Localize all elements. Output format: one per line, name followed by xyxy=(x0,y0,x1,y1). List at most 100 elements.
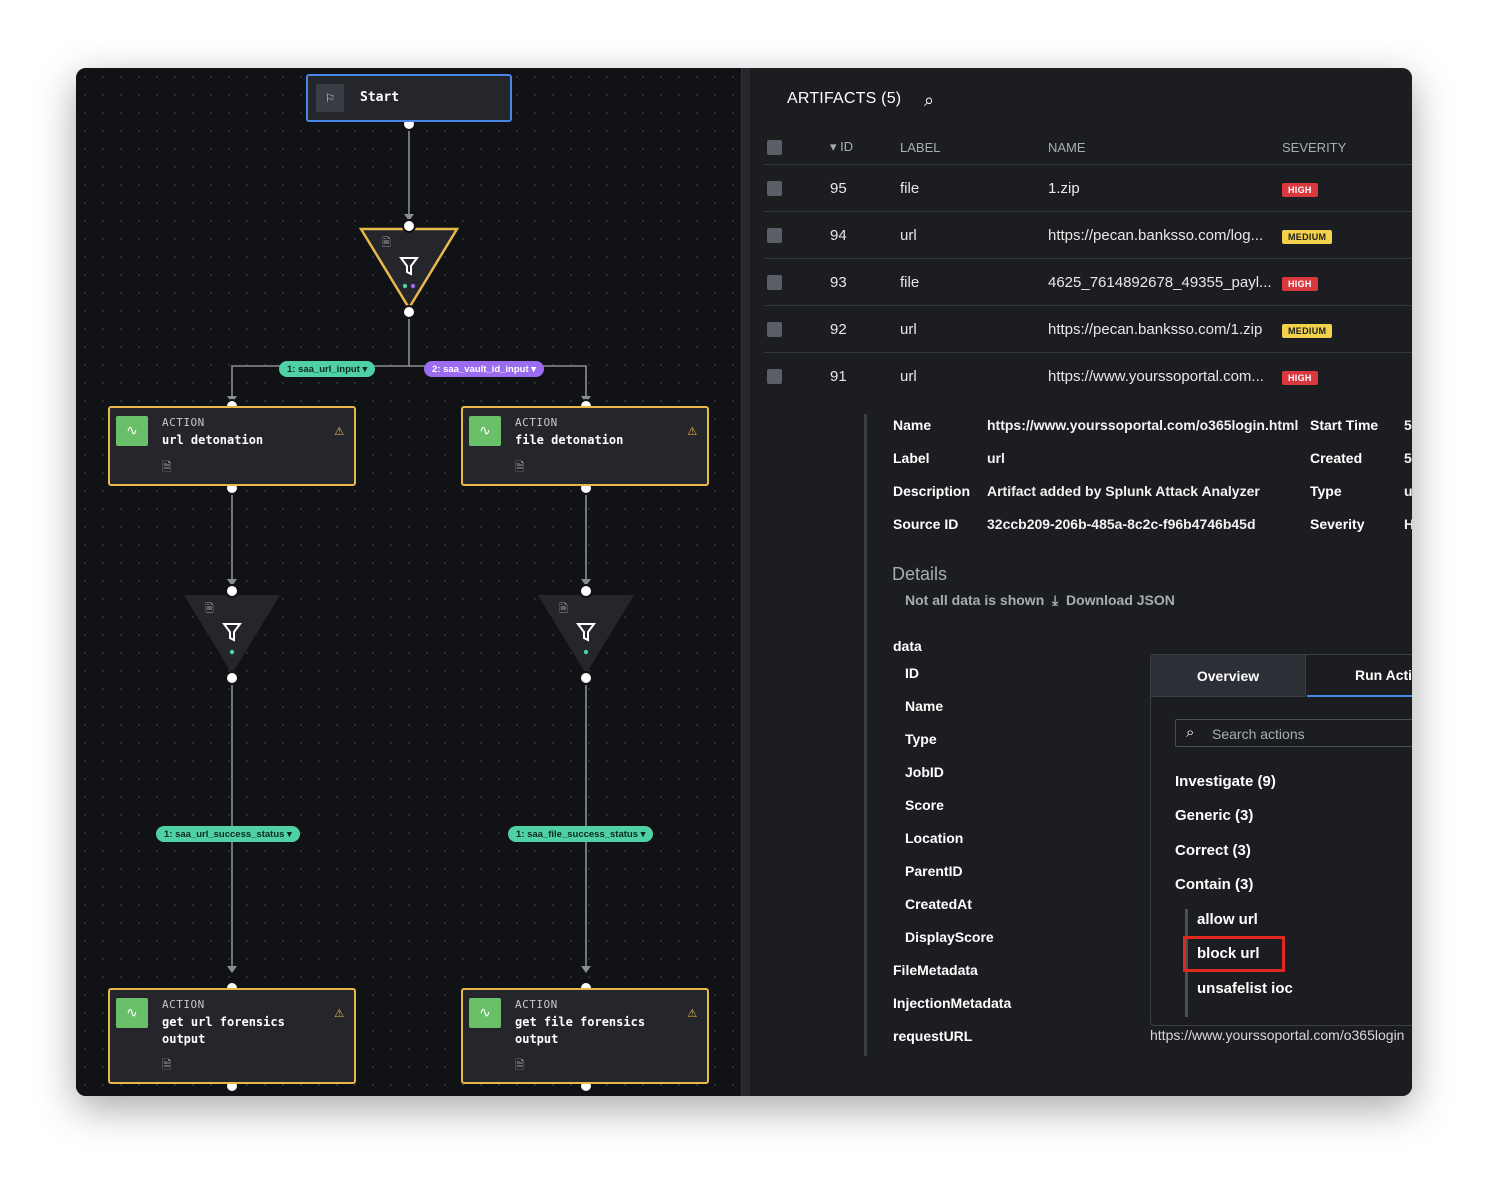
search-icon[interactable]: ⌕ xyxy=(924,90,934,111)
field-data[interactable]: data xyxy=(893,638,922,654)
action-node-url-detonation[interactable]: ∿ ACTION url detonation ⚠ 🗎 xyxy=(108,406,356,486)
pill-url-input[interactable]: 1: saa_url_input ▾ xyxy=(279,361,376,377)
severity-badge: MEDIUM xyxy=(1282,229,1333,244)
popup-tabs: Overview Run Acti xyxy=(1151,655,1412,697)
action-kind: ACTION xyxy=(515,998,558,1011)
col-name[interactable]: NAME xyxy=(1048,130,1282,165)
detail-label-value: url xyxy=(987,450,1005,466)
table-row[interactable]: 92 url https://pecan.banksso.com/1.zip M… xyxy=(764,305,1412,353)
action-node-get-url-forensics[interactable]: ∿ ACTION get url forensics output ⚠ 🗎 xyxy=(108,988,356,1084)
field-createdat[interactable]: CreatedAt xyxy=(905,896,972,912)
tab-run-action[interactable]: Run Acti xyxy=(1307,655,1412,697)
row-id: 94 xyxy=(830,211,900,259)
warning-icon[interactable]: ⚠ xyxy=(334,1002,344,1021)
action-title: get file forensics output xyxy=(515,1015,646,1046)
field-name[interactable]: Name xyxy=(905,698,943,714)
col-severity[interactable]: SEVERITY xyxy=(1282,130,1412,165)
doc-icon: 🗎 xyxy=(162,460,172,474)
severity-badge: HIGH xyxy=(1282,182,1318,197)
start-node[interactable]: ⚐ Start xyxy=(306,74,512,122)
pill-url-input-label: 1: saa_url_input xyxy=(287,363,360,375)
field-id[interactable]: ID xyxy=(905,665,919,681)
detail-name-key: Name xyxy=(893,417,932,433)
row-id: 93 xyxy=(830,258,900,306)
tab-overview[interactable]: Overview xyxy=(1151,655,1306,697)
category-contain[interactable]: Contain (3) xyxy=(1175,876,1253,893)
doc-icon: 🗎 xyxy=(162,1058,172,1072)
category-correct[interactable]: Correct (3) xyxy=(1175,842,1251,859)
field-jobid[interactable]: JobID xyxy=(905,764,944,780)
row-label: url xyxy=(900,367,917,385)
action-kind: ACTION xyxy=(515,416,558,429)
field-score[interactable]: Score xyxy=(905,797,944,813)
col-id[interactable]: ▾ ID xyxy=(830,130,900,165)
filter-node-1[interactable] xyxy=(358,227,460,311)
filter-2-doc-icon: 🗎 xyxy=(205,603,214,615)
warning-icon[interactable]: ⚠ xyxy=(334,420,344,439)
action-title: file detonation xyxy=(515,433,624,447)
not-all-data-note: Not all data is shown xyxy=(905,592,1045,608)
action-unsafelist-ioc[interactable]: unsafelist ioc xyxy=(1197,980,1293,997)
row-label: file xyxy=(900,164,1048,212)
action-title: get url forensics output xyxy=(162,1015,285,1046)
category-investigate[interactable]: Investigate (9) xyxy=(1175,773,1276,790)
row-checkbox[interactable] xyxy=(767,228,782,244)
table-row[interactable]: 94 url https://pecan.banksso.com/log... … xyxy=(764,211,1412,259)
detail-source-value: 32ccb209-206b-485a-8c2c-f96b4746b45d xyxy=(987,516,1256,532)
field-displayscore[interactable]: DisplayScore xyxy=(905,929,994,945)
pill-vault-input-label: 2: saa_vault_id_input xyxy=(432,363,529,375)
action-node-get-file-forensics[interactable]: ∿ ACTION get file forensics output ⚠ 🗎 xyxy=(461,988,709,1084)
playbook-canvas[interactable]: 🗎 🗎 🗎 ⚐ Start 1: saa_url_input ▾ 2: saa_… xyxy=(76,68,741,1096)
pill-vault-input[interactable]: 2: saa_vault_id_input ▾ xyxy=(424,361,545,377)
detail-name-value: https://www.yourssoportal.com/o365login.… xyxy=(987,417,1299,433)
details-heading: Details xyxy=(892,564,948,584)
field-injectionmetadata[interactable]: InjectionMetadata xyxy=(893,995,1011,1011)
warning-icon[interactable]: ⚠ xyxy=(687,420,697,439)
field-requesturl[interactable]: requestURL xyxy=(893,1028,972,1044)
detail-severity-value: H xyxy=(1404,516,1412,532)
action-kind: ACTION xyxy=(162,416,205,429)
download-json-link[interactable]: ⤓ Download JSON xyxy=(1052,592,1175,609)
table-row[interactable]: 91 url https://www.yourssoportal.com... … xyxy=(764,353,1412,400)
row-name: 1.zip xyxy=(1048,164,1282,212)
detail-type-key: Type xyxy=(1310,483,1342,499)
col-label[interactable]: LABEL xyxy=(900,130,1048,165)
action-allow-url[interactable]: allow url xyxy=(1197,911,1258,928)
artifacts-title: ARTIFACTS (5) xyxy=(787,90,902,107)
filter-node-2[interactable] xyxy=(184,595,280,674)
expanded-row-indicator xyxy=(864,414,867,1056)
field-filemetadata[interactable]: FileMetadata xyxy=(893,962,978,978)
warning-icon[interactable]: ⚠ xyxy=(687,1002,697,1021)
action-node-file-detonation[interactable]: ∿ ACTION file detonation ⚠ 🗎 xyxy=(461,406,709,486)
select-all-checkbox[interactable] xyxy=(767,140,782,156)
detail-type-value: u xyxy=(1404,483,1412,499)
row-name: 4625_7614892678_49355_payl... xyxy=(1048,258,1282,306)
row-checkbox[interactable] xyxy=(767,322,782,338)
category-generic[interactable]: Generic (3) xyxy=(1175,807,1253,824)
action-title: url detonation xyxy=(162,433,264,447)
actions-popup: Overview Run Acti ⌕ Investigate (9) Gene… xyxy=(1150,654,1412,1026)
search-actions-box: ⌕ xyxy=(1175,719,1412,747)
field-type[interactable]: Type xyxy=(905,731,937,747)
activity-icon: ∿ xyxy=(469,998,501,1028)
detail-severity-key: Severity xyxy=(1310,516,1365,532)
row-checkbox[interactable] xyxy=(767,369,782,385)
row-checkbox[interactable] xyxy=(767,181,782,197)
field-location[interactable]: Location xyxy=(905,830,963,846)
field-parentid[interactable]: ParentID xyxy=(905,863,963,879)
block-url-highlight xyxy=(1183,936,1285,972)
row-checkbox[interactable] xyxy=(767,275,782,291)
severity-badge: MEDIUM xyxy=(1282,323,1333,338)
table-row[interactable]: 93 file 4625_7614892678_49355_payl... HI… xyxy=(764,258,1412,306)
activity-icon: ∿ xyxy=(116,416,148,446)
detail-created-value: 5 xyxy=(1404,450,1412,466)
search-icon: ⌕ xyxy=(1186,724,1195,741)
row-label: url xyxy=(900,211,1048,259)
search-actions-input[interactable] xyxy=(1210,723,1412,745)
table-row[interactable]: 95 file 1.zip HIGH xyxy=(764,164,1412,212)
app-window: 🗎 🗎 🗎 ⚐ Start 1: saa_url_input ▾ 2: saa_… xyxy=(76,68,1412,1096)
pill-file-success[interactable]: 1: saa_file_success_status ▾ xyxy=(508,826,654,842)
filter-node-3[interactable] xyxy=(538,595,634,674)
activity-icon: ∿ xyxy=(469,416,501,446)
pill-url-success[interactable]: 1: saa_url_success_status ▾ xyxy=(156,826,300,842)
